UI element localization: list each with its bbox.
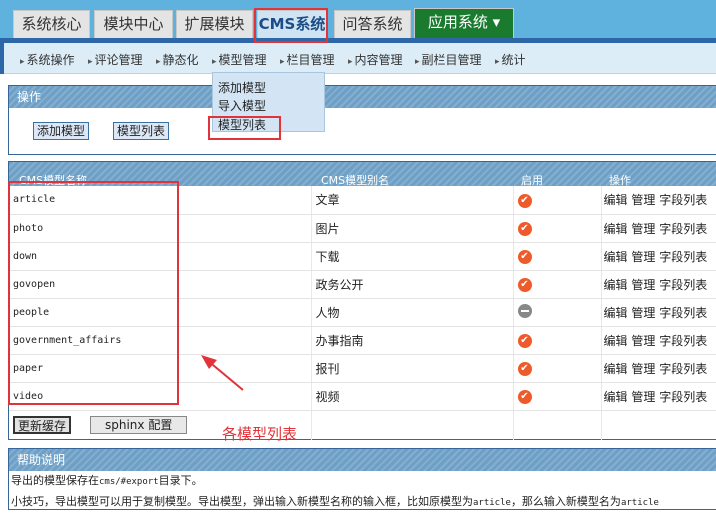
help-panel: 帮助说明 导出的模型保存在cms/#export目录下。 小技巧，导出模型可以用…	[8, 448, 716, 510]
fields-link[interactable]: 字段列表	[659, 193, 707, 207]
subnav-sub-columns[interactable]: 副栏目管理	[415, 51, 482, 68]
nav-cap	[0, 43, 4, 74]
highlight-cms-tab	[254, 8, 328, 43]
edit-link[interactable]: 编辑	[604, 278, 628, 292]
edit-link[interactable]: 编辑	[604, 334, 628, 348]
tab-qa[interactable]: 问答系统	[334, 10, 411, 38]
add-model-button[interactable]: 添加模型	[33, 122, 90, 140]
manage-link[interactable]: 管理	[631, 390, 655, 404]
model-list-button[interactable]: 模型列表	[113, 122, 170, 140]
manage-link[interactable]: 管理	[631, 193, 655, 207]
fields-link[interactable]: 字段列表	[659, 306, 707, 320]
subnav-system-ops[interactable]: 系统操作	[20, 51, 75, 68]
manage-link[interactable]: 管理	[631, 362, 655, 376]
manage-link[interactable]: 管理	[631, 334, 655, 348]
model-alias: 政务公开	[311, 270, 514, 299]
enabled-check-icon[interactable]: ✔	[517, 362, 532, 376]
model-alias: 图片	[311, 214, 514, 243]
col-enabled: 启用	[521, 174, 543, 187]
sphinx-config-button[interactable]: sphinx 配置	[90, 416, 188, 434]
enabled-check-icon[interactable]: ✔	[517, 193, 532, 208]
edit-link[interactable]: 编辑	[604, 250, 628, 264]
model-alias: 人物	[311, 298, 514, 327]
enabled-check-icon[interactable]: ✔	[517, 250, 532, 264]
manage-link[interactable]: 管理	[631, 278, 655, 292]
help-line-2: 小技巧，导出模型可以用于复制模型。导出模型，弹出输入新模型名称的输入框，比如原模…	[11, 495, 659, 508]
subnav-columns[interactable]: 栏目管理	[280, 51, 335, 68]
dropdown-import-model[interactable]: 导入模型	[218, 97, 266, 114]
tab-system-core[interactable]: 系统核心	[13, 10, 90, 38]
enabled-check-icon[interactable]: ✔	[517, 390, 532, 404]
annotation-arrow-icon	[201, 355, 244, 391]
disabled-icon[interactable]	[517, 303, 532, 318]
help-line-1: 导出的模型保存在cms/#export目录下。	[11, 474, 203, 487]
model-alias: 报刊	[311, 354, 514, 383]
dropdown-add-model[interactable]: 添加模型	[218, 79, 266, 96]
fields-link[interactable]: 字段列表	[659, 390, 707, 404]
enabled-check-icon[interactable]: ✔	[517, 278, 532, 292]
subnav-comments[interactable]: 评论管理	[88, 51, 143, 68]
fields-link[interactable]: 字段列表	[659, 222, 707, 236]
edit-link[interactable]: 编辑	[604, 193, 628, 207]
enabled-check-icon[interactable]: ✔	[517, 222, 532, 236]
manage-link[interactable]: 管理	[631, 222, 655, 236]
col-alias: CMS模型别名	[321, 174, 390, 187]
ops-title: 操作	[9, 86, 716, 108]
model-alias: 视频	[311, 382, 514, 411]
fields-link[interactable]: 字段列表	[659, 250, 707, 264]
tab-extensions[interactable]: 扩展模块	[176, 10, 253, 38]
annotation-label: 各模型列表	[222, 425, 298, 443]
col-actions: 操作	[609, 174, 631, 187]
edit-link[interactable]: 编辑	[604, 222, 628, 236]
manage-link[interactable]: 管理	[631, 250, 655, 264]
enabled-check-icon[interactable]: ✔	[517, 334, 532, 348]
tab-apps[interactable]: 应用系统 ▾	[414, 8, 514, 38]
help-title: 帮助说明	[9, 449, 716, 471]
subnav-stats[interactable]: 统计	[495, 51, 526, 68]
model-alias: 办事指南	[311, 326, 514, 355]
model-alias: 下载	[311, 242, 514, 271]
tab-module-center[interactable]: 模块中心	[94, 10, 173, 38]
edit-link[interactable]: 编辑	[604, 390, 628, 404]
ops-panel: 操作 添加模型 模型列表	[8, 85, 716, 155]
edit-link[interactable]: 编辑	[604, 362, 628, 376]
fields-link[interactable]: 字段列表	[659, 362, 707, 376]
refresh-cache-button[interactable]: 更新缓存	[13, 416, 72, 434]
sub-nav: 系统操作 评论管理 静态化 模型管理 栏目管理 内容管理 副栏目管理 统计	[0, 43, 716, 74]
manage-link[interactable]: 管理	[631, 306, 655, 320]
edit-link[interactable]: 编辑	[604, 306, 628, 320]
subnav-static[interactable]: 静态化	[156, 51, 199, 68]
subnav-content[interactable]: 内容管理	[348, 51, 403, 68]
highlight-model-list	[208, 116, 281, 140]
highlight-model-names	[8, 181, 179, 405]
fields-link[interactable]: 字段列表	[659, 278, 707, 292]
fields-link[interactable]: 字段列表	[659, 334, 707, 348]
subnav-models[interactable]: 模型管理	[212, 51, 267, 68]
